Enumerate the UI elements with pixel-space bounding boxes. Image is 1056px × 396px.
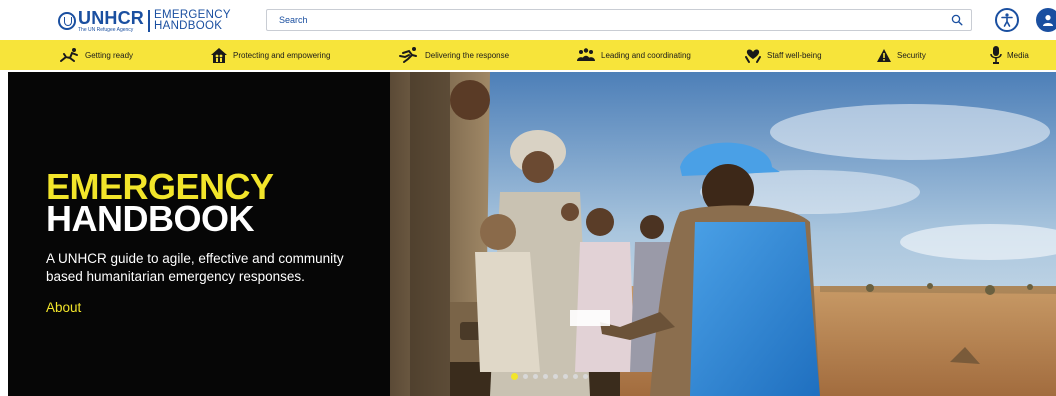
hero-title-line2: HANDBOOK [46, 198, 255, 239]
about-link[interactable]: About [46, 300, 81, 315]
carousel-dot[interactable] [563, 374, 568, 379]
logo-org: UNHCR [78, 8, 144, 28]
logo-agency: The UN Refugee Agency [78, 27, 134, 33]
carousel-dot[interactable] [553, 374, 558, 379]
logo-divider [148, 10, 150, 32]
hero-photo [390, 72, 1056, 396]
runner-start-icon [60, 48, 78, 62]
carousel-dot[interactable] [543, 374, 548, 379]
carousel-dot[interactable] [583, 374, 588, 379]
nav-item-delivering[interactable]: Delivering the response [398, 40, 509, 70]
heart-hands-icon [745, 49, 761, 63]
unhcr-emblem-icon [58, 12, 76, 30]
nav-item-label: Media [1007, 50, 1029, 60]
nav-item-protecting[interactable]: Protecting and empowering [210, 40, 330, 70]
warning-triangle-icon [877, 48, 891, 62]
microphone-icon [990, 46, 1002, 64]
nav-item-leading[interactable]: Leading and coordinating [576, 40, 691, 70]
carousel-dot[interactable] [523, 374, 528, 379]
nav-item-label: Delivering the response [425, 50, 510, 60]
carousel-dot[interactable] [573, 374, 578, 379]
family-house-icon [211, 48, 227, 63]
logo-wordmark: UNHCR The UN Refugee Agency [78, 9, 144, 33]
search-input[interactable] [267, 10, 947, 30]
site-header: UNHCR The UN Refugee Agency EMERGENCY HA… [0, 0, 1056, 40]
unhcr-logo[interactable]: UNHCR The UN Refugee Agency EMERGENCY HA… [58, 8, 231, 34]
running-person-icon [399, 47, 417, 63]
hero-description: A UNHCR guide to agile, effective and co… [46, 251, 344, 284]
logo-product: EMERGENCY HANDBOOK [154, 9, 231, 32]
logo-product-line2: HANDBOOK [154, 20, 223, 32]
user-icon [1043, 15, 1053, 26]
nav-item-staff-wellbeing[interactable]: Staff well-being [744, 40, 822, 70]
nav-item-label: Security [897, 50, 926, 60]
hero-banner: EMERGENCY HANDBOOK A UNHCR guide to agil… [8, 72, 1056, 396]
search-icon[interactable] [951, 14, 963, 26]
nav-item-getting-ready[interactable]: Getting ready [58, 40, 133, 70]
accessibility-button[interactable] [995, 8, 1019, 32]
carousel-dot[interactable] [533, 374, 538, 379]
nav-item-media[interactable]: Media [990, 40, 1029, 70]
nav-item-label: Leading and coordinating [601, 50, 691, 60]
accessibility-icon [1001, 13, 1013, 27]
nav-item-security[interactable]: Security [876, 40, 926, 70]
carousel-dot[interactable] [511, 373, 518, 380]
main-nav: Getting ready Protecting and empowering … [0, 40, 1056, 70]
nav-item-label: Getting ready [85, 50, 134, 60]
hero-text-panel: EMERGENCY HANDBOOK A UNHCR guide to agil… [8, 72, 390, 396]
nav-item-label: Staff well-being [767, 50, 822, 60]
nav-item-label: Protecting and empowering [233, 50, 331, 60]
user-account-button[interactable] [1036, 8, 1056, 32]
group-people-icon [577, 48, 595, 61]
search-bar [266, 9, 972, 31]
carousel-indicators [511, 373, 588, 380]
